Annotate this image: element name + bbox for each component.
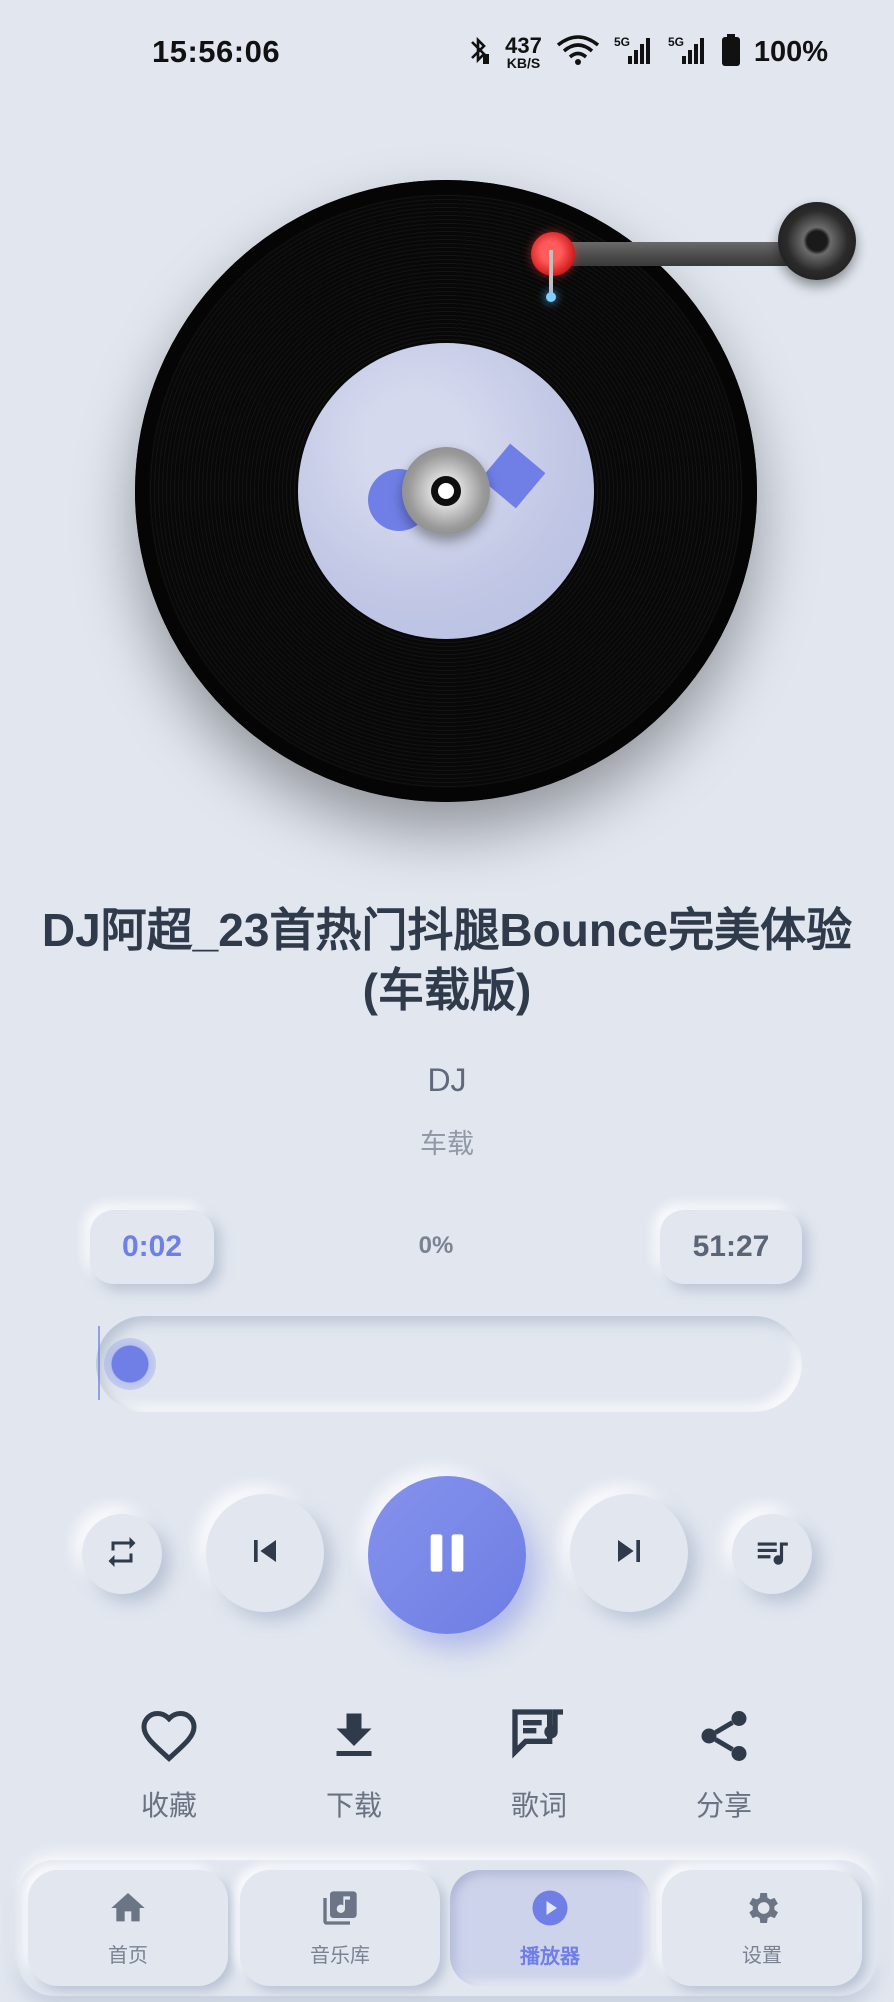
signal-1-icon: 5G <box>614 34 654 71</box>
bottom-nav: 首页 音乐库 播放器 设置 <box>18 1860 876 1996</box>
next-button[interactable] <box>570 1494 688 1612</box>
song-album: 车载 <box>420 1129 474 1159</box>
home-icon <box>108 1888 148 1933</box>
queue-button[interactable] <box>732 1514 812 1594</box>
tonearm-needle <box>546 250 556 302</box>
current-time: 0:02 <box>90 1210 214 1284</box>
battery-icon <box>721 34 740 71</box>
skip-next-icon <box>607 1529 651 1578</box>
net-speed: 437 KB/S <box>505 32 542 71</box>
progress-percent: 0% <box>418 1232 454 1259</box>
pause-button[interactable] <box>368 1476 526 1634</box>
svg-text:5G: 5G <box>668 35 684 49</box>
record-label <box>298 343 594 639</box>
repeat-button[interactable] <box>82 1514 162 1594</box>
queue-music-icon <box>753 1533 791 1576</box>
previous-button[interactable] <box>206 1494 324 1612</box>
play-circle-icon <box>529 1887 571 1934</box>
status-time: 15:56:06 <box>152 34 281 69</box>
status-bar: 15:56:06 437 KB/S 5G 5G 100% <box>0 0 894 110</box>
progress-fill <box>98 1326 100 1400</box>
tonearm-pivot <box>778 202 856 280</box>
progress-thumb[interactable] <box>104 1338 156 1390</box>
battery-percent: 100% <box>753 36 828 68</box>
share-action[interactable]: 分享 <box>659 1700 789 1824</box>
favorite-action[interactable]: 收藏 <box>104 1700 234 1824</box>
tab-settings[interactable]: 设置 <box>662 1870 862 1986</box>
download-icon <box>289 1700 419 1772</box>
skip-previous-icon <box>243 1529 287 1578</box>
tab-home[interactable]: 首页 <box>28 1870 228 1986</box>
tab-player[interactable]: 播放器 <box>450 1870 650 1986</box>
tonearm <box>560 242 796 266</box>
lyrics-action[interactable]: 歌词 <box>474 1700 604 1824</box>
library-music-icon <box>320 1888 360 1933</box>
share-icon <box>659 1700 789 1772</box>
heart-icon <box>104 1700 234 1772</box>
total-time: 51:27 <box>660 1210 802 1284</box>
record-spindle <box>402 447 490 535</box>
tab-music-library[interactable]: 音乐库 <box>240 1870 440 1986</box>
status-icons: 437 KB/S 5G 5G 100% <box>465 34 828 71</box>
lyrics-icon <box>474 1700 604 1772</box>
settings-icon <box>742 1888 782 1933</box>
spindle-hole <box>431 476 461 506</box>
pause-icon <box>419 1525 475 1586</box>
bluetooth-icon <box>465 34 491 71</box>
label-diamond-shape <box>480 443 546 509</box>
vinyl-record[interactable] <box>135 180 757 802</box>
song-artist: DJ <box>427 1062 467 1098</box>
wifi-icon <box>556 35 600 70</box>
song-title: DJ阿超_23首热门抖腿Bounce完美体验(车载版) <box>41 904 853 1016</box>
tonearm-head <box>531 232 575 276</box>
signal-2-icon: 5G <box>668 34 708 71</box>
svg-text:5G: 5G <box>614 35 630 49</box>
repeat-icon <box>104 1534 140 1575</box>
download-action[interactable]: 下载 <box>289 1700 419 1824</box>
progress-slider[interactable] <box>96 1316 802 1412</box>
